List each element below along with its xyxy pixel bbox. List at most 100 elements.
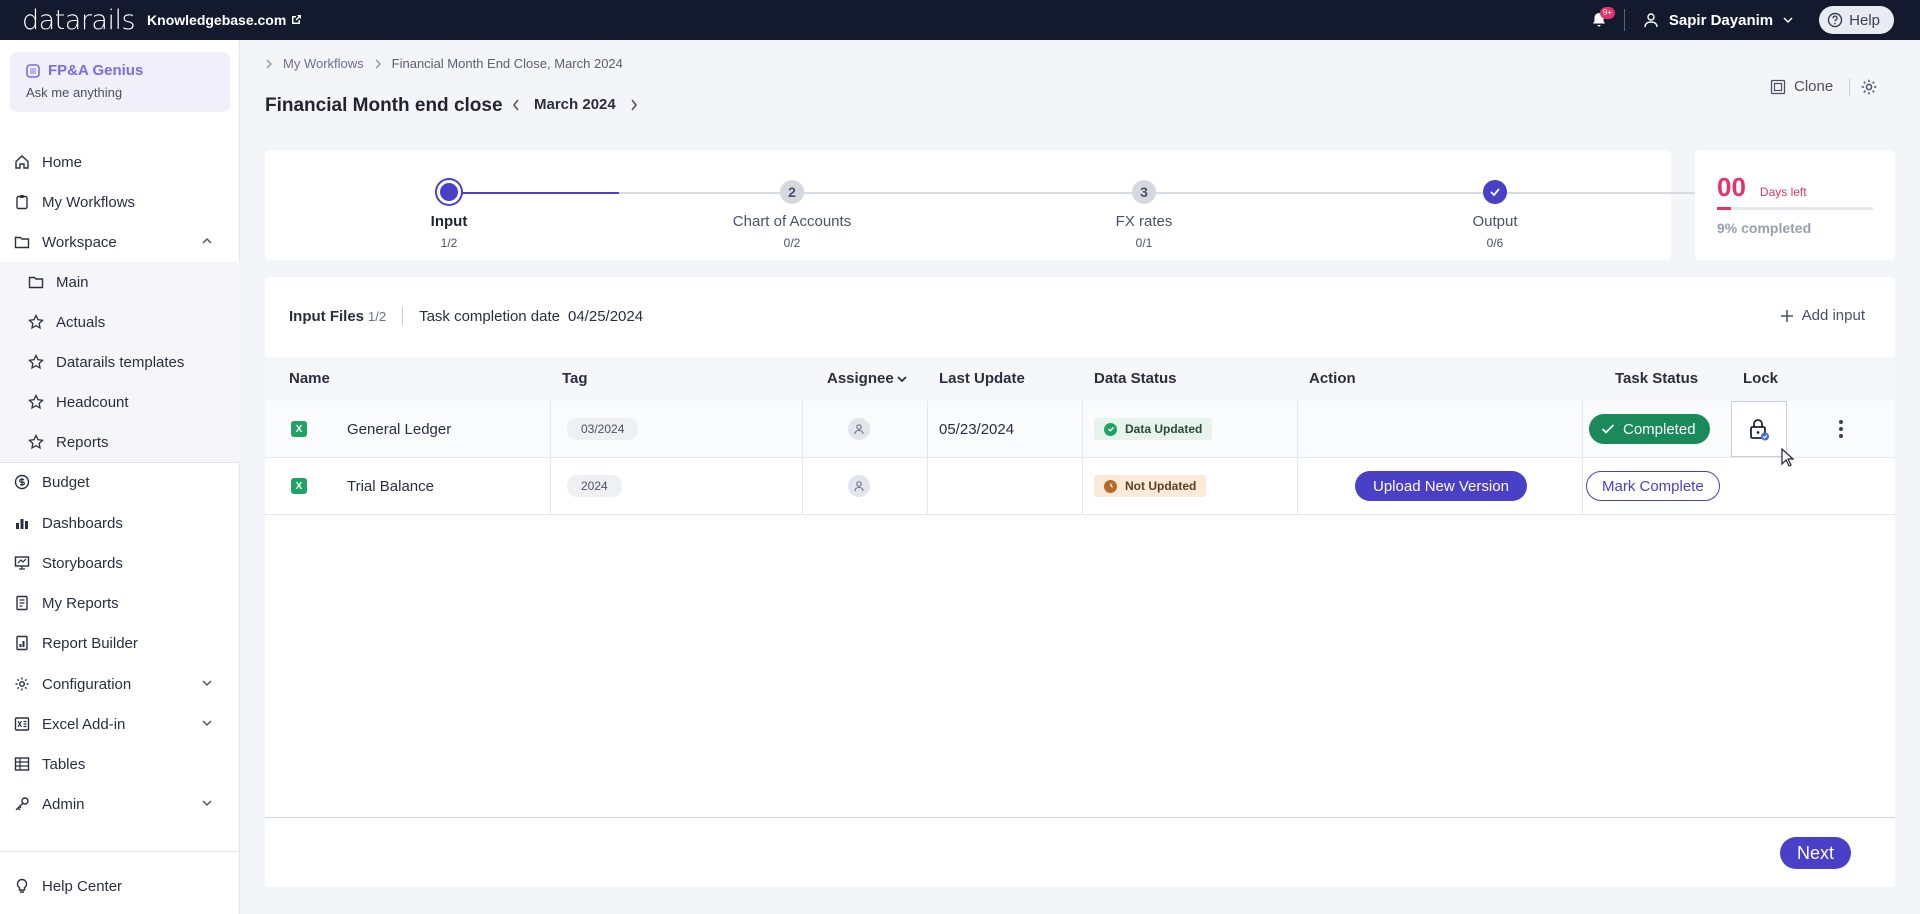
mark-complete-button[interactable]: Mark Complete xyxy=(1586,471,1720,501)
input-files-panel: Input Files 1/2 Task completion date 04/… xyxy=(265,277,1895,887)
checkmark-icon xyxy=(1601,424,1615,434)
chevron-right-icon xyxy=(375,59,381,68)
sidebar-item-help-center[interactable]: Help Center xyxy=(0,866,240,906)
period-label: March 2024 xyxy=(534,96,616,113)
breadcrumb-my-workflows[interactable]: My Workflows xyxy=(283,56,364,71)
sidebar-item-tables[interactable]: Tables xyxy=(0,744,240,784)
files-title: Input Files xyxy=(289,307,364,325)
step-count: 0/2 xyxy=(783,236,801,250)
notifications-button[interactable]: 9+ xyxy=(1588,7,1616,31)
more-options-icon[interactable] xyxy=(1839,420,1843,438)
chevron-down-icon xyxy=(897,375,907,382)
sidebar-item-label: Report Builder xyxy=(42,634,138,652)
clipboard-icon xyxy=(14,194,30,210)
sidebar-item-storyboards[interactable]: Storyboards xyxy=(0,543,240,583)
assignee-avatar[interactable] xyxy=(848,418,870,440)
column-header-last-update: Last Update xyxy=(939,370,1025,387)
clone-button[interactable]: Clone xyxy=(1770,78,1833,95)
add-input-button[interactable]: Add input xyxy=(1780,307,1865,324)
home-icon xyxy=(14,154,30,170)
user-icon xyxy=(1644,13,1658,28)
key-icon xyxy=(14,796,30,812)
step-count: 0/6 xyxy=(1486,236,1504,250)
sidebar-item-my-reports[interactable]: My Reports xyxy=(0,583,240,623)
column-divider xyxy=(1582,458,1583,514)
sidebar-item-headcount[interactable]: Headcount xyxy=(0,382,240,422)
clock-icon xyxy=(1104,479,1117,493)
checkmark-icon xyxy=(1483,180,1507,204)
sidebar-item-admin[interactable]: Admin xyxy=(0,784,240,824)
column-header-action: Action xyxy=(1309,370,1356,387)
column-divider xyxy=(550,401,551,457)
column-divider xyxy=(1082,458,1083,514)
sidebar-item-report-builder[interactable]: Report Builder xyxy=(0,623,240,663)
upload-new-version-button[interactable]: Upload New Version xyxy=(1355,471,1527,501)
days-left-card: 00 Days left 9% completed xyxy=(1695,150,1895,260)
fpa-genius-card[interactable]: FP&A Genius Ask me anything xyxy=(10,52,230,112)
table-row[interactable]: X Trial Balance 2024 Not Updated Upload … xyxy=(265,458,1895,515)
sidebar-item-datarails-templates[interactable]: Datarails templates xyxy=(0,342,240,382)
settings-button[interactable] xyxy=(1860,78,1878,101)
sidebar-item-label: Help Center xyxy=(42,877,123,895)
datarails-logo[interactable]: datarails xyxy=(22,5,136,36)
previous-period-button[interactable] xyxy=(512,99,520,111)
sidebar-item-main[interactable]: Main xyxy=(0,262,240,302)
column-header-tag: Tag xyxy=(562,370,588,387)
breadcrumb-current: Financial Month End Close, March 2024 xyxy=(391,56,623,71)
excel-file-icon: X xyxy=(291,421,307,437)
sidebar-item-label: Tables xyxy=(42,755,86,773)
help-button[interactable]: Help xyxy=(1819,6,1894,34)
column-divider xyxy=(1297,401,1298,457)
topbar-divider xyxy=(1623,9,1625,31)
column-divider xyxy=(802,401,803,457)
file-name[interactable]: General Ledger xyxy=(347,401,451,457)
next-period-button[interactable] xyxy=(630,99,638,111)
column-divider xyxy=(1582,401,1583,457)
completion-date-value: 04/25/2024 xyxy=(568,307,644,325)
sidebar-item-label: Datarails templates xyxy=(56,353,185,371)
sidebar-item-workspace[interactable]: Workspace xyxy=(0,222,240,262)
star-icon xyxy=(28,314,44,330)
breadcrumb: My Workflows Financial Month End Close, … xyxy=(265,56,623,71)
data-status-badge: Not Updated xyxy=(1094,475,1207,497)
days-left-number: 00 xyxy=(1717,172,1746,202)
sidebar-item-label: My Reports xyxy=(42,594,119,612)
sidebar-divider xyxy=(0,851,240,852)
column-header-data-status: Data Status xyxy=(1094,370,1177,387)
lock-icon xyxy=(1750,419,1769,441)
step-chart-of-accounts[interactable]: 2 Chart of Accounts 0/2 xyxy=(692,180,892,250)
next-button[interactable]: Next xyxy=(1780,837,1852,869)
chevron-down-icon xyxy=(202,680,212,686)
user-menu[interactable]: Sapir Dayanim xyxy=(1643,12,1793,29)
top-bar: datarails Knowledgebase.com 9+ Sapir Day… xyxy=(0,0,1920,40)
sidebar-item-my-workflows[interactable]: My Workflows xyxy=(0,182,240,222)
data-status-label: Not Updated xyxy=(1125,479,1197,493)
column-header-assignee[interactable]: Assignee xyxy=(827,370,908,387)
chevron-down-icon xyxy=(202,800,212,806)
sidebar-item-label: Excel Add-in xyxy=(42,715,126,733)
completed-button[interactable]: Completed xyxy=(1589,414,1710,444)
gear-icon xyxy=(14,676,30,692)
sidebar-item-home[interactable]: Home xyxy=(0,142,240,182)
column-header-label: Assignee xyxy=(827,370,894,387)
lock-toggle[interactable] xyxy=(1731,401,1787,457)
step-input[interactable]: Input 1/2 xyxy=(349,180,549,250)
sidebar-item-budget[interactable]: Budget xyxy=(0,462,240,502)
column-header-task-status: Task Status xyxy=(1615,370,1699,387)
sidebar-item-configuration[interactable]: Configuration xyxy=(0,664,240,704)
sidebar-item-excel-add-in[interactable]: Excel Add-in xyxy=(0,704,240,744)
step-fx-rates[interactable]: 3 FX rates 0/1 xyxy=(1044,180,1244,250)
sidebar-item-actuals[interactable]: Actuals xyxy=(0,302,240,342)
help-icon xyxy=(1827,12,1843,28)
sidebar-item-reports[interactable]: Reports xyxy=(0,422,240,462)
sidebar-item-dashboards[interactable]: Dashboards xyxy=(0,503,240,543)
file-name[interactable]: Trial Balance xyxy=(347,458,434,514)
site-link[interactable]: Knowledgebase.com xyxy=(147,12,302,28)
sidebar-item-label: Admin xyxy=(42,795,85,813)
presentation-icon xyxy=(14,555,30,571)
files-count: 1/2 xyxy=(368,308,387,324)
table-row[interactable]: X General Ledger 03/2024 05/23/2024 Data… xyxy=(265,401,1895,458)
gear-icon xyxy=(1861,79,1877,95)
assignee-avatar[interactable] xyxy=(848,475,870,497)
step-output[interactable]: Output 0/6 xyxy=(1395,180,1595,250)
